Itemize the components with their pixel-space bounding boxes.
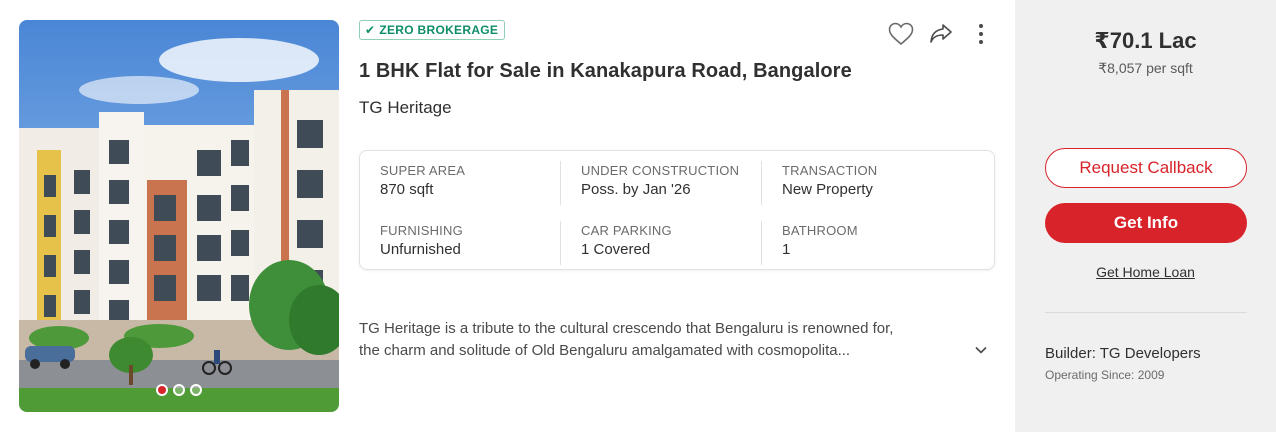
home-loan-link[interactable]: Get Home Loan <box>1015 264 1276 280</box>
spec-label: SUPER AREA <box>380 163 466 178</box>
spec-bathroom: BATHROOM 1 <box>782 223 982 258</box>
share-icon[interactable] <box>928 21 954 47</box>
property-photo[interactable] <box>19 20 339 412</box>
listing-details: ✔ ZERO BROKERAGE 1 BHK Flat for Sale in … <box>359 20 996 412</box>
building-image <box>19 20 339 412</box>
description-line: TG Heritage is a tribute to the cultural… <box>359 320 894 337</box>
description-line: the charm and solitude of Old Bengaluru … <box>359 342 851 359</box>
price: ₹70.1 Lac <box>1094 28 1197 53</box>
project-name[interactable]: TG Heritage <box>359 98 452 118</box>
spec-super-area: SUPER AREA 870 sqft <box>380 163 580 198</box>
carousel-dot[interactable] <box>156 384 168 396</box>
listing-title[interactable]: 1 BHK Flat for Sale in Kanakapura Road, … <box>359 60 852 83</box>
spec-label: TRANSACTION <box>782 163 878 178</box>
price-sidebar: ₹70.1 Lac ₹8,057 per sqft Request Callba… <box>1015 0 1276 432</box>
chevron-down-icon[interactable] <box>974 343 988 357</box>
carousel-dot[interactable] <box>173 384 185 396</box>
specs-box: SUPER AREA 870 sqft UNDER CONSTRUCTION P… <box>359 150 995 270</box>
spec-furnishing: FURNISHING Unfurnished <box>380 223 580 258</box>
spec-value: Unfurnished <box>380 241 461 258</box>
zero-brokerage-badge: ✔ ZERO BROKERAGE <box>359 20 506 40</box>
divider <box>560 161 561 205</box>
spec-value: 1 Covered <box>581 241 651 258</box>
property-card: ✔ ZERO BROKERAGE 1 BHK Flat for Sale in … <box>0 0 1276 432</box>
spec-value: Poss. by Jan '26 <box>581 181 691 198</box>
spec-label: BATHROOM <box>782 223 858 238</box>
divider <box>761 221 762 265</box>
spec-value: New Property <box>782 181 873 198</box>
description: TG Heritage is a tribute to the cultural… <box>359 318 971 362</box>
spec-value: 870 sqft <box>380 181 434 198</box>
spec-value: 1 <box>782 241 791 258</box>
divider <box>560 221 561 265</box>
more-vertical-icon[interactable] <box>968 21 994 47</box>
request-callback-button[interactable]: Request Callback <box>1045 148 1247 188</box>
spec-car-parking: CAR PARKING 1 Covered <box>581 223 781 258</box>
get-info-button[interactable]: Get Info <box>1045 203 1247 243</box>
spec-label: FURNISHING <box>380 223 463 238</box>
badge-label: ZERO BROKERAGE <box>379 23 499 37</box>
divider <box>1045 312 1247 313</box>
check-icon: ✔ <box>365 23 376 37</box>
spec-under-construction: UNDER CONSTRUCTION Poss. by Jan '26 <box>581 163 781 198</box>
heart-icon[interactable] <box>888 21 914 47</box>
carousel-dots <box>19 384 339 396</box>
builder-name[interactable]: Builder: TG Developers <box>1045 345 1201 362</box>
carousel-dot[interactable] <box>190 384 202 396</box>
spec-label: CAR PARKING <box>581 223 672 238</box>
operating-since: Operating Since: 2009 <box>1045 368 1165 382</box>
price-per-sqft: ₹8,057 per sqft <box>1098 60 1193 76</box>
divider <box>761 161 762 205</box>
spec-label: UNDER CONSTRUCTION <box>581 163 740 178</box>
listing-actions <box>888 21 994 47</box>
spec-transaction: TRANSACTION New Property <box>782 163 982 198</box>
